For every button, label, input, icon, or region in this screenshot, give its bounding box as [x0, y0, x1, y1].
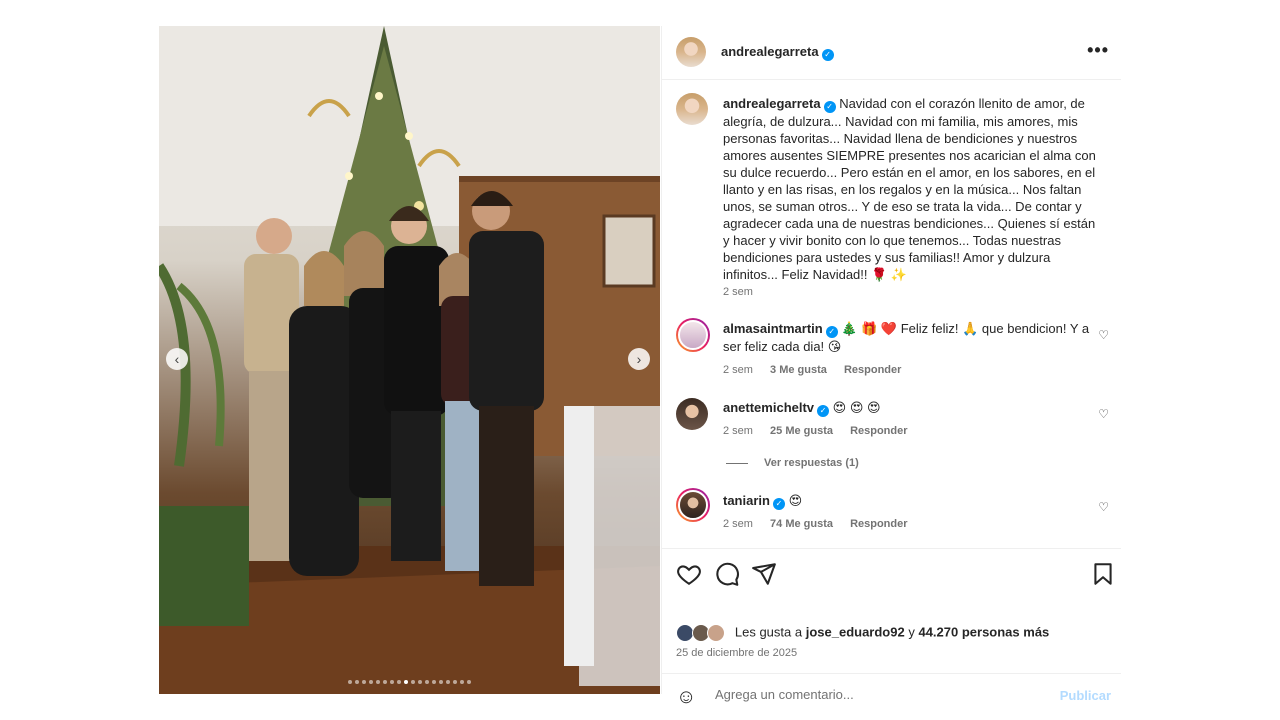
caption-meta: 2 sem [723, 286, 767, 298]
carousel-dot [348, 680, 352, 684]
more-options-button[interactable]: ••• [1087, 40, 1109, 61]
verified-badge-icon: ✓ [821, 49, 834, 61]
save-bookmark-icon[interactable] [1090, 561, 1116, 587]
comment: taniarin ✓ 😍 [723, 492, 1093, 510]
comment-time[interactable]: 2 sem [723, 518, 753, 530]
comment-bubble-icon[interactable] [714, 561, 740, 587]
avatar[interactable] [676, 488, 710, 522]
view-replies-button[interactable]: Ver respuestas (1) [726, 457, 859, 469]
post-photo[interactable]: ‹ › [159, 26, 660, 694]
post-actions: Les gusta a jose_eduardo92 y 44.270 pers… [662, 548, 1121, 708]
carousel-dot [453, 680, 457, 684]
liker-username[interactable]: jose_eduardo92 [806, 624, 905, 639]
carousel-dot [362, 680, 366, 684]
comment-meta: 2 sem 3 Me gusta Responder [723, 364, 915, 376]
like-heart-icon[interactable] [676, 561, 702, 587]
comment-likes[interactable]: 25 Me gusta [770, 425, 833, 437]
carousel-dot [355, 680, 359, 684]
more-dots-icon: ••• [1087, 40, 1109, 60]
comment-body: 😍 [788, 493, 803, 508]
author-username-text[interactable]: andrealegarreta [721, 44, 819, 59]
carousel-dot [460, 680, 464, 684]
carousel-dot [404, 680, 408, 684]
emoji-smiley-icon[interactable]: ☺ [676, 686, 696, 709]
reply-button[interactable]: Responder [850, 518, 907, 530]
comment-username[interactable]: taniarin [723, 493, 770, 508]
carousel-dot [446, 680, 450, 684]
likes-prefix: Les gusta a [734, 624, 803, 640]
comment-likes[interactable]: 74 Me gusta [770, 518, 833, 530]
comment-time[interactable]: 2 sem [723, 425, 753, 437]
post-side-panel: andrealegarreta ✓ ••• andrealegarreta ✓ Na… [661, 26, 1121, 708]
comment-meta: 2 sem 74 Me gusta Responder [723, 518, 922, 530]
reply-button[interactable]: Responder [844, 364, 901, 376]
comment-likes[interactable]: 3 Me gusta [770, 364, 827, 376]
comment-input[interactable] [713, 686, 1017, 703]
like-comment-heart-icon[interactable]: ♡ [1098, 500, 1109, 514]
carousel-dot [411, 680, 415, 684]
carousel-dot [467, 680, 471, 684]
verified-badge-icon: ✓ [772, 498, 785, 510]
verified-badge-icon: ✓ [825, 326, 838, 338]
share-send-icon[interactable] [751, 561, 777, 587]
comment: almasaintmartin ✓ 🎄 🎁 ❤️ Feliz feliz! 🙏 q… [723, 320, 1093, 356]
chevron-right-icon: › [636, 351, 642, 367]
family-christmas-photo [159, 26, 660, 694]
comment-body: 😍 😍 😍 [832, 400, 881, 415]
comment-time[interactable]: 2 sem [723, 364, 753, 376]
view-replies-label[interactable]: Ver respuestas (1) [764, 457, 859, 469]
author-username[interactable]: andrealegarreta ✓ [721, 44, 834, 61]
post-date[interactable]: 25 de diciembre de 2025 [676, 647, 797, 659]
caption-time[interactable]: 2 sem [723, 286, 753, 298]
carousel-dot [425, 680, 429, 684]
like-comment-heart-icon[interactable]: ♡ [1098, 407, 1109, 421]
reply-button[interactable]: Responder [850, 425, 907, 437]
post-caption: andrealegarreta ✓ Navidad con el corazón … [723, 95, 1103, 283]
post-header: andrealegarreta ✓ ••• [662, 26, 1121, 80]
next-slide-button[interactable]: › [628, 348, 650, 370]
carousel-dot [369, 680, 373, 684]
like-comment-heart-icon[interactable]: ♡ [1098, 328, 1109, 342]
carousel-dot [397, 680, 401, 684]
comment-meta: 2 sem 25 Me gusta Responder [723, 425, 922, 437]
avatar[interactable] [676, 318, 710, 352]
carousel-dot [376, 680, 380, 684]
instagram-post: ‹ › andrealegarreta ✓ ••• andrealegarreta… [159, 26, 1121, 708]
previous-slide-button[interactable]: ‹ [166, 348, 188, 370]
publish-button[interactable]: Publicar [1060, 688, 1111, 703]
chevron-left-icon: ‹ [174, 351, 180, 367]
carousel-dot [383, 680, 387, 684]
comment: anettemicheltv ✓ 😍 😍 😍 [723, 399, 1093, 417]
carousel-dot [418, 680, 422, 684]
comment-username[interactable]: almasaintmartin [723, 321, 823, 336]
avatar[interactable] [676, 37, 706, 67]
likes-count[interactable]: 44.270 personas más [918, 624, 1049, 639]
divider-line [726, 462, 748, 464]
avatar[interactable] [676, 93, 708, 125]
verified-badge-icon: ✓ [817, 405, 830, 417]
likes-summary: Les gusta a jose_eduardo92 y 44.270 pers… [676, 624, 1049, 642]
carousel-dot [390, 680, 394, 684]
avatar[interactable] [676, 398, 708, 430]
liker-avatar [707, 624, 726, 642]
carousel-dot [432, 680, 436, 684]
verified-badge-icon: ✓ [823, 101, 836, 113]
comment-username[interactable]: anettemicheltv [723, 400, 814, 415]
caption-username[interactable]: andrealegarreta [723, 96, 821, 111]
carousel-dot [439, 680, 443, 684]
caption-body: Navidad con el corazón llenito de amor, … [723, 96, 1096, 282]
carousel-indicator [159, 680, 660, 684]
add-comment-bar: ☺ Publicar [662, 673, 1121, 720]
likes-conjunction: y [908, 624, 915, 640]
